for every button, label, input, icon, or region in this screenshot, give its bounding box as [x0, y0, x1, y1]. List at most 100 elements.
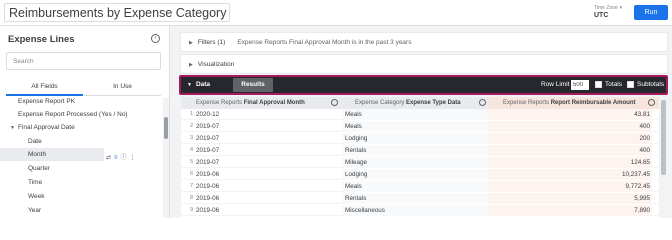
table-row: 4 2019-07 Rentals 400: [181, 145, 659, 156]
cell-expense-type[interactable]: Meals: [342, 181, 488, 192]
column-header-final-approval-month[interactable]: Expense Reports Final Approval Month: [181, 97, 340, 109]
field-time[interactable]: Time: [0, 176, 162, 189]
column-view-name: Expense Reports: [503, 100, 550, 106]
row-number: 2: [189, 123, 193, 129]
field-expense-report-processed[interactable]: Expense Report Processed (Yes / No): [0, 108, 162, 121]
gear-icon[interactable]: [331, 99, 338, 106]
cell-amount[interactable]: 400: [488, 145, 652, 156]
field-week[interactable]: Week: [0, 190, 162, 203]
totals-label: Totals: [605, 81, 622, 88]
row-number: 7: [189, 183, 193, 189]
row-number: 8: [189, 195, 193, 201]
run-button[interactable]: Run: [634, 5, 668, 20]
cell-amount[interactable]: 10,237.45: [488, 169, 652, 180]
cell-expense-type[interactable]: Rentals: [342, 145, 488, 156]
subtotals-checkbox[interactable]: [627, 81, 634, 88]
cell-amount[interactable]: 124.65: [488, 157, 652, 168]
field-tabs: All Fields In Use: [6, 80, 161, 96]
cell-month[interactable]: 2020-12: [196, 109, 340, 120]
results-table: Expense Reports Final Approval Month Exp…: [181, 97, 659, 218]
tab-results[interactable]: Results: [233, 78, 273, 92]
table-row: 8 2019-06 Rentals 5,995: [181, 193, 659, 204]
field-picker-sidebar: Expense Lines ‹ All Fields In Use Expens…: [0, 26, 170, 218]
field-expense-report-pk[interactable]: Expense Report PK: [0, 98, 162, 108]
table-scroll-thumb[interactable]: [661, 100, 666, 175]
cell-expense-type[interactable]: Mileage: [342, 157, 488, 168]
sidebar-scroll-thumb[interactable]: [164, 117, 168, 139]
table-row: 6 2019-06 Lodging 10,237.45: [181, 169, 659, 180]
cell-amount[interactable]: 9,772.45: [488, 181, 652, 192]
field-month-actions: ⇄ ≡ ⓘ ⋮: [106, 152, 139, 161]
tab-in-use[interactable]: In Use: [84, 80, 161, 96]
filter-icon[interactable]: ≡: [114, 155, 118, 161]
cell-month[interactable]: 2019-06: [196, 193, 340, 204]
sidebar-scrollbar[interactable]: [163, 98, 169, 218]
row-number: 9: [189, 207, 193, 213]
caret-right-icon: ▶: [189, 40, 193, 46]
row-number: 4: [189, 147, 193, 153]
visualization-label: Visualization: [197, 61, 235, 68]
caret-down-icon: ▼: [10, 125, 15, 131]
info-icon[interactable]: ⓘ: [121, 155, 127, 161]
time-zone-label: Time Zone: [594, 5, 618, 11]
cell-month[interactable]: 2019-07: [196, 121, 340, 132]
cell-month[interactable]: 2019-06: [196, 169, 340, 180]
cell-month[interactable]: 2019-06: [196, 205, 340, 216]
filters-label: Filters (1): [197, 39, 226, 46]
table-row: 5 2019-07 Mileage 124.65: [181, 157, 659, 168]
field-month[interactable]: Month: [0, 148, 104, 161]
cell-expense-type[interactable]: Lodging: [342, 169, 488, 180]
field-search-input[interactable]: [6, 52, 161, 70]
cell-month[interactable]: 2019-07: [196, 133, 340, 144]
filter-description: Expense Reports Final Approval Month is …: [237, 39, 412, 46]
table-row: 2 2019-07 Meals 400: [181, 121, 659, 132]
row-number: 6: [189, 171, 193, 177]
cell-amount[interactable]: 7,890: [488, 205, 652, 216]
totals-checkbox[interactable]: [595, 81, 602, 88]
row-limit-input[interactable]: [571, 80, 589, 90]
field-date[interactable]: Date: [0, 135, 162, 148]
cell-month[interactable]: 2019-06: [196, 181, 340, 192]
cell-amount[interactable]: 5,995: [488, 193, 652, 204]
column-header-expense-type[interactable]: Expense Category Expense Type Data: [340, 97, 488, 109]
cell-expense-type[interactable]: Lodging: [342, 133, 488, 144]
more-options-icon[interactable]: ⋮: [130, 155, 136, 161]
field-quarter[interactable]: Quarter: [0, 162, 162, 175]
cell-month[interactable]: 2019-07: [196, 157, 340, 168]
cell-expense-type[interactable]: Meals: [342, 109, 488, 120]
row-limit-label: Row Limit: [541, 81, 570, 88]
cell-expense-type[interactable]: Rentals: [342, 193, 488, 204]
visualization-section[interactable]: ▶ Visualization: [180, 54, 668, 74]
cell-amount[interactable]: 400: [488, 121, 652, 132]
column-view-name: Expense Category: [355, 100, 405, 106]
data-tab-label: Data: [195, 81, 211, 88]
cell-month[interactable]: 2019-07: [196, 145, 340, 156]
cell-amount[interactable]: 43.81: [488, 109, 652, 120]
filters-section[interactable]: ▶ Filters (1) Expense Reports Final Approv…: [180, 32, 668, 52]
row-number: 5: [189, 159, 193, 165]
column-field-name: Expense Type Data: [406, 100, 461, 106]
tab-all-fields[interactable]: All Fields: [6, 80, 83, 96]
explore-title: Expense Lines: [8, 34, 75, 45]
time-zone-selector[interactable]: Time Zone ▾ UTC: [594, 4, 622, 20]
column-header-reimbursable-amount[interactable]: Expense Reports Report Reimbursable Amou…: [488, 97, 659, 109]
chevron-down-icon: ▾: [619, 5, 623, 11]
pivot-icon[interactable]: ⇄: [106, 155, 111, 161]
table-row: 1 2020-12 Meals 43.81: [181, 109, 659, 120]
gear-icon[interactable]: [479, 99, 486, 106]
tab-data[interactable]: ▼ Data: [187, 77, 210, 93]
cell-expense-type[interactable]: Meals: [342, 121, 488, 132]
column-view-name: Expense Reports: [196, 100, 243, 106]
caret-right-icon: ▶: [189, 62, 193, 68]
field-year[interactable]: Year: [0, 204, 162, 217]
cell-amount[interactable]: 200: [488, 133, 652, 144]
cell-expense-type[interactable]: Miscellaneous: [342, 205, 488, 216]
data-results-bar: ▼Data Results Row Limit Totals Subtotals: [179, 75, 668, 95]
look-title[interactable]: Reimbursements by Expense Category - Q1: [4, 3, 230, 22]
column-field-name: Report Reimbursable Amount: [550, 100, 636, 106]
collapse-sidebar-icon[interactable]: ‹: [151, 34, 160, 43]
gear-icon[interactable]: [648, 99, 655, 106]
table-row: 3 2019-07 Lodging 200: [181, 133, 659, 144]
table-row: 9 2019-06 Miscellaneous 7,890: [181, 205, 659, 216]
dimension-group-final-approval-date[interactable]: ▼ Final Approval Date: [0, 121, 162, 134]
